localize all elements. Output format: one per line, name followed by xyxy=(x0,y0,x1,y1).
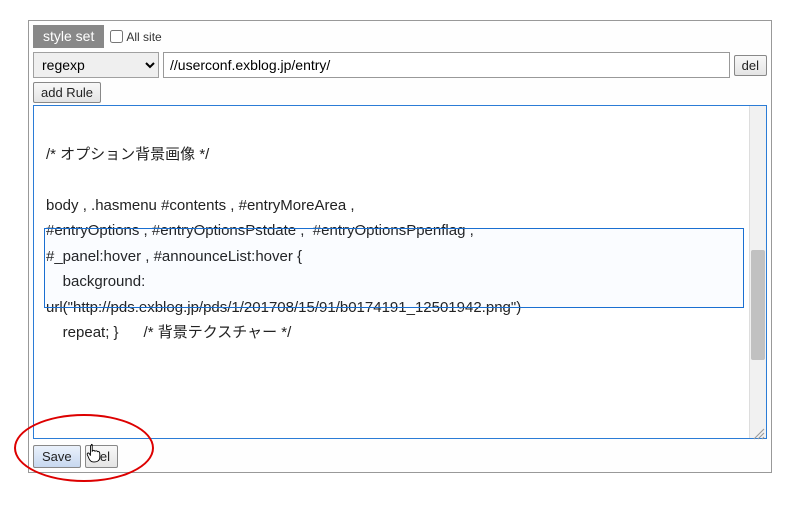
css-line: /* オプション背景画像 */ xyxy=(46,146,209,163)
url-pattern-input[interactable] xyxy=(163,52,730,78)
css-line: #entryOptions , #entryOptionsPstdate , #… xyxy=(46,222,474,239)
add-rule-button[interactable]: add Rule xyxy=(33,82,101,103)
match-row: regexp del xyxy=(33,52,767,78)
style-rule-panel: style set All site regexp del add Rule /… xyxy=(28,20,772,473)
scrollbar-thumb[interactable] xyxy=(751,250,765,360)
save-button[interactable]: Save xyxy=(33,445,81,468)
all-site-label: All site xyxy=(126,30,161,44)
header-row: style set All site xyxy=(33,25,767,48)
css-line: #_panel:hover , #announceList:hover { xyxy=(46,248,302,265)
css-line: background: xyxy=(46,273,145,290)
match-type-select[interactable]: regexp xyxy=(33,52,159,78)
all-site-checkbox[interactable] xyxy=(110,30,123,43)
css-line: repeat; } /* 背景テクスチャー */ xyxy=(46,324,291,341)
add-rule-row: add Rule xyxy=(33,82,767,103)
css-content[interactable]: /* オプション背景画像 */ body , .hasmenu #content… xyxy=(46,116,754,371)
del-button[interactable]: del xyxy=(85,445,118,468)
css-editor[interactable]: /* オプション背景画像 */ body , .hasmenu #content… xyxy=(33,105,767,439)
resize-handle-icon[interactable] xyxy=(751,423,765,437)
scrollbar[interactable] xyxy=(749,106,766,438)
footer-row: Save del xyxy=(33,445,767,468)
css-line: body , .hasmenu #contents , #entryMoreAr… xyxy=(46,197,355,214)
del-rule-button[interactable]: del xyxy=(734,55,767,76)
style-set-tab: style set xyxy=(33,25,104,48)
all-site-option[interactable]: All site xyxy=(110,30,161,44)
css-line: url("http://pds.exblog.jp/pds/1/201708/1… xyxy=(46,299,521,316)
